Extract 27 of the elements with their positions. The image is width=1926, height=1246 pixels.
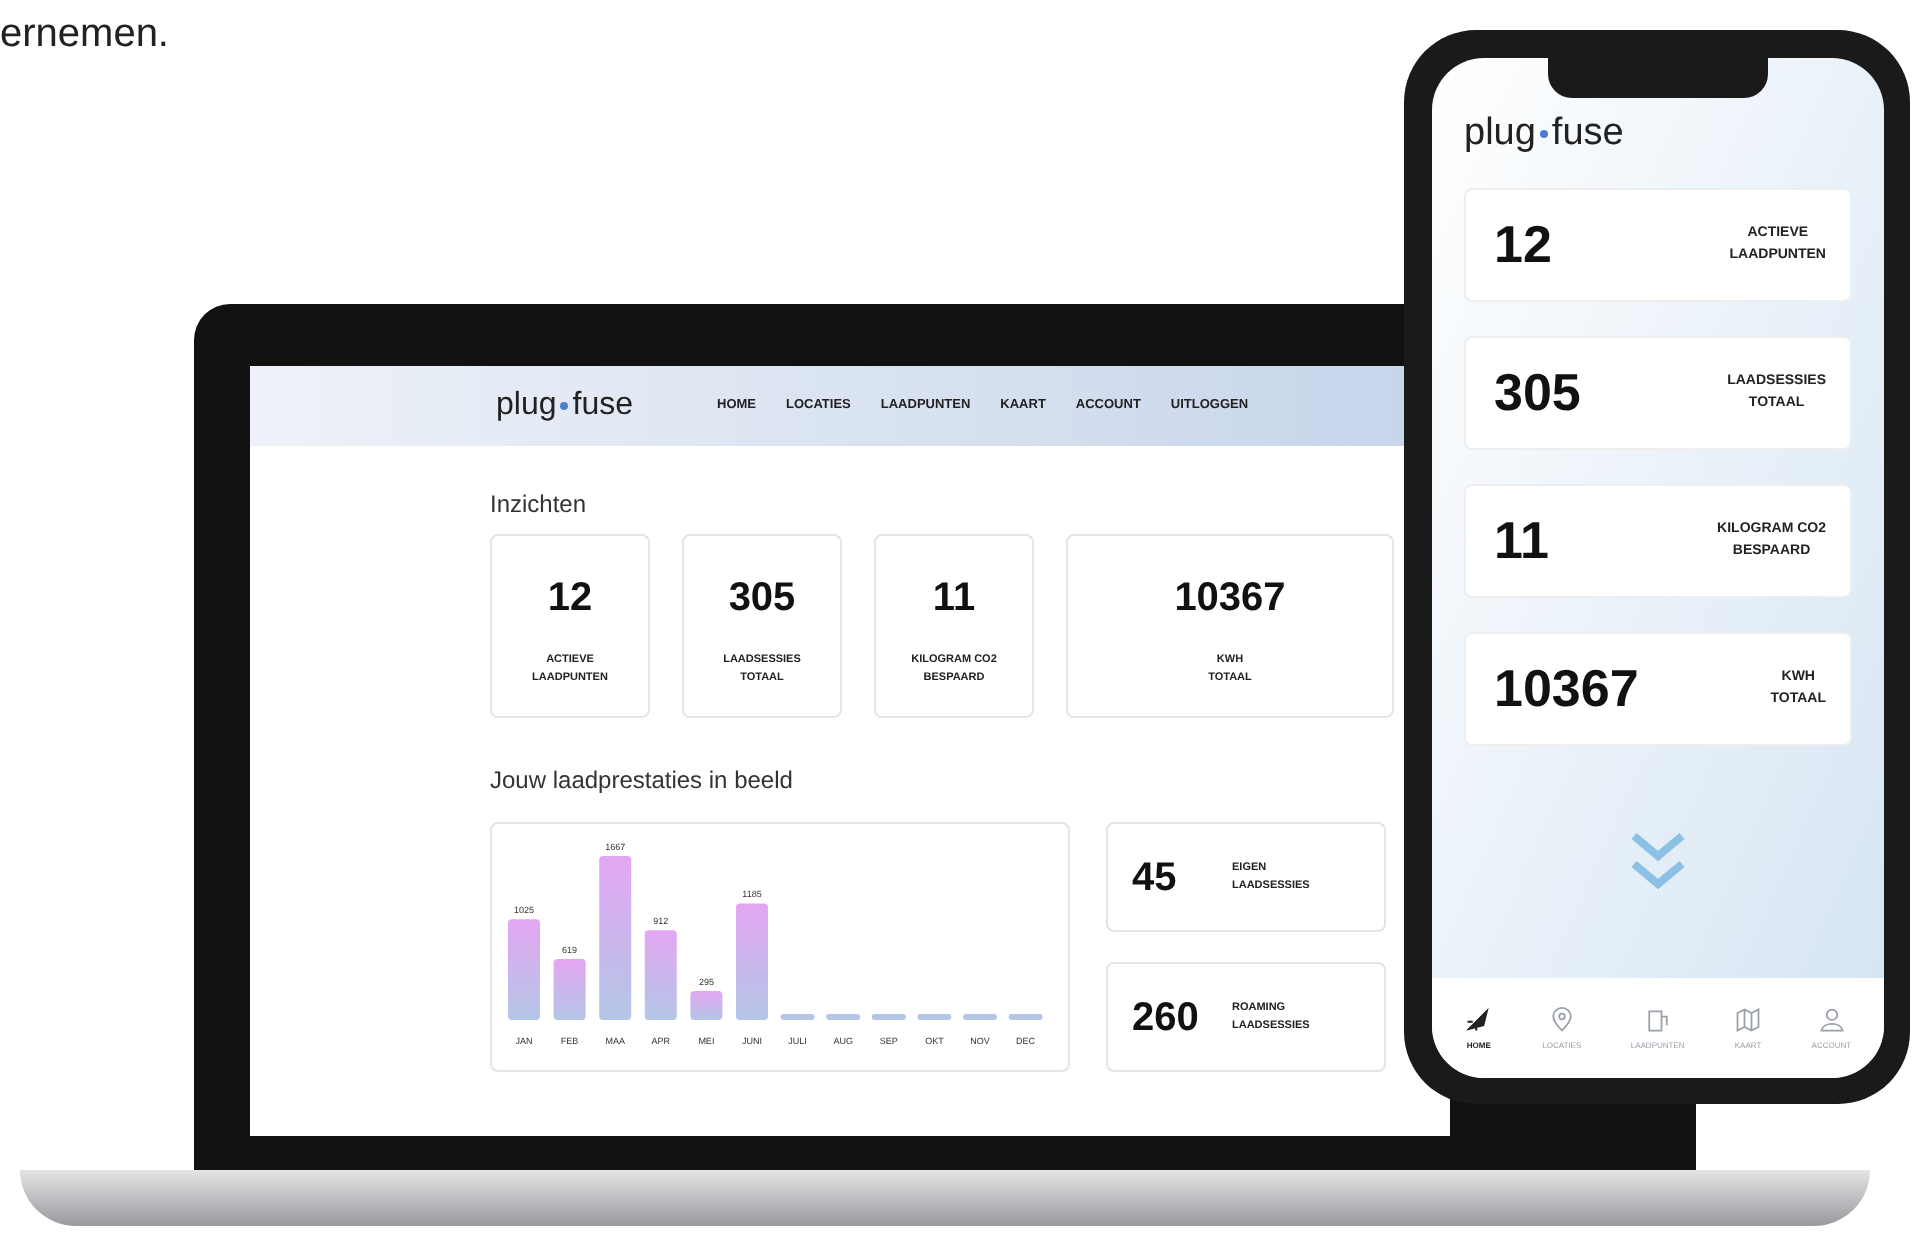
stat-value: 11 [932, 574, 976, 624]
logo-text: plug [1464, 110, 1536, 158]
user-icon [1817, 1005, 1846, 1033]
chart-bar [690, 991, 723, 1020]
section-title: Inzichten [490, 488, 589, 522]
charger-icon [1643, 1005, 1672, 1033]
chart-bar [736, 903, 768, 1020]
caption-text: ernemen. [0, 10, 169, 60]
session-value: 260 [1132, 993, 1201, 1043]
rocket-icon [1464, 1005, 1493, 1033]
section-title: Jouw laadprestaties in beeld [490, 764, 795, 798]
map-icon [1734, 1005, 1763, 1033]
logo-text: fuse [1551, 110, 1624, 158]
logo-text: fuse [572, 386, 633, 426]
chart-bar [553, 959, 586, 1020]
chart-bar [644, 930, 677, 1020]
stat-value: 305 [728, 574, 796, 624]
session-value: 45 [1132, 853, 1179, 903]
logo-text: plug [496, 386, 557, 426]
stat-value: 305 [1494, 359, 1581, 425]
stat-value: 10367 [1494, 655, 1639, 721]
stat-value: 12 [547, 574, 593, 624]
stat-value: 10367 [1174, 574, 1286, 624]
stat-value: 11 [1494, 507, 1549, 573]
pin-icon [1547, 1005, 1576, 1033]
stat-value: 12 [1494, 211, 1552, 277]
chart-bar [508, 919, 540, 1020]
